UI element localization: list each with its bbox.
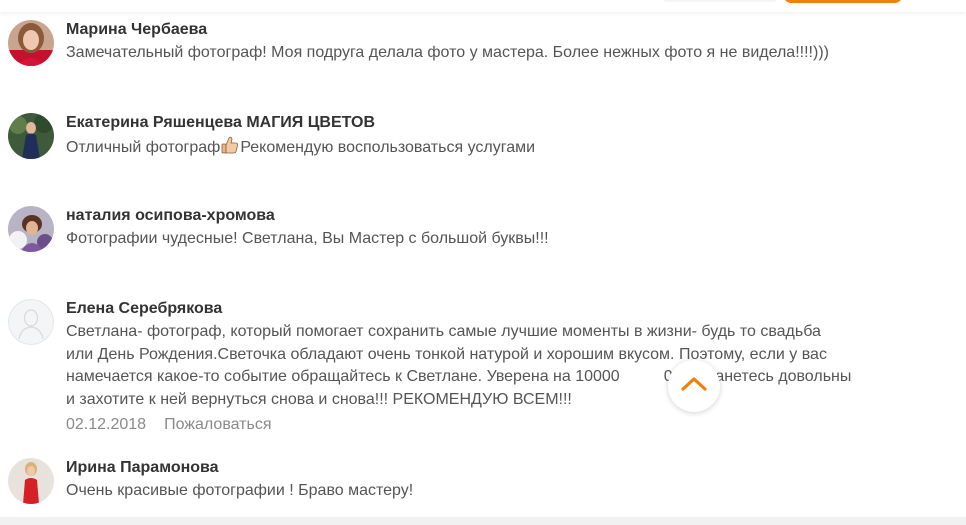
comment-author[interactable]: Елена Серебрякова	[66, 299, 222, 319]
avatar[interactable]	[8, 20, 54, 66]
top-secondary-button[interactable]	[660, 0, 780, 2]
comment-text: Очень красивые фотографии ! Браво мастер…	[66, 482, 414, 499]
report-link[interactable]: Пожаловаться	[164, 416, 271, 433]
comment-author[interactable]: Екатерина Ряшенцева МАГИЯ ЦВЕТОВ	[66, 113, 375, 133]
scroll-to-top-button[interactable]	[668, 360, 720, 412]
comment-author[interactable]: наталия осипова-хромова	[66, 206, 275, 226]
comment-text: Отличный фотограф Рекомендую воспользоват…	[66, 135, 936, 163]
comment-author[interactable]: Ирина Парамонова	[66, 458, 219, 478]
avatar[interactable]	[8, 299, 54, 345]
comment-author[interactable]: Марина Чербаева	[66, 20, 207, 40]
chevron-up-icon	[680, 376, 708, 397]
avatar[interactable]	[8, 113, 54, 159]
comment-text: Светлана- фотограф, который помогает сох…	[66, 323, 852, 408]
thumbs-up-icon	[220, 135, 240, 163]
comment-text: Замечательный фотограф! Моя подруга дела…	[66, 44, 829, 61]
bottom-divider	[0, 517, 966, 525]
avatar[interactable]	[8, 206, 54, 252]
comment-meta: 02.12.2018 Пожаловаться	[66, 415, 272, 435]
comment-text: Фотографии чудесные! Светлана, Вы Мастер…	[66, 230, 549, 247]
comment-date: 02.12.2018	[66, 416, 147, 433]
top-primary-button[interactable]	[783, 0, 903, 3]
avatar[interactable]	[8, 458, 54, 504]
